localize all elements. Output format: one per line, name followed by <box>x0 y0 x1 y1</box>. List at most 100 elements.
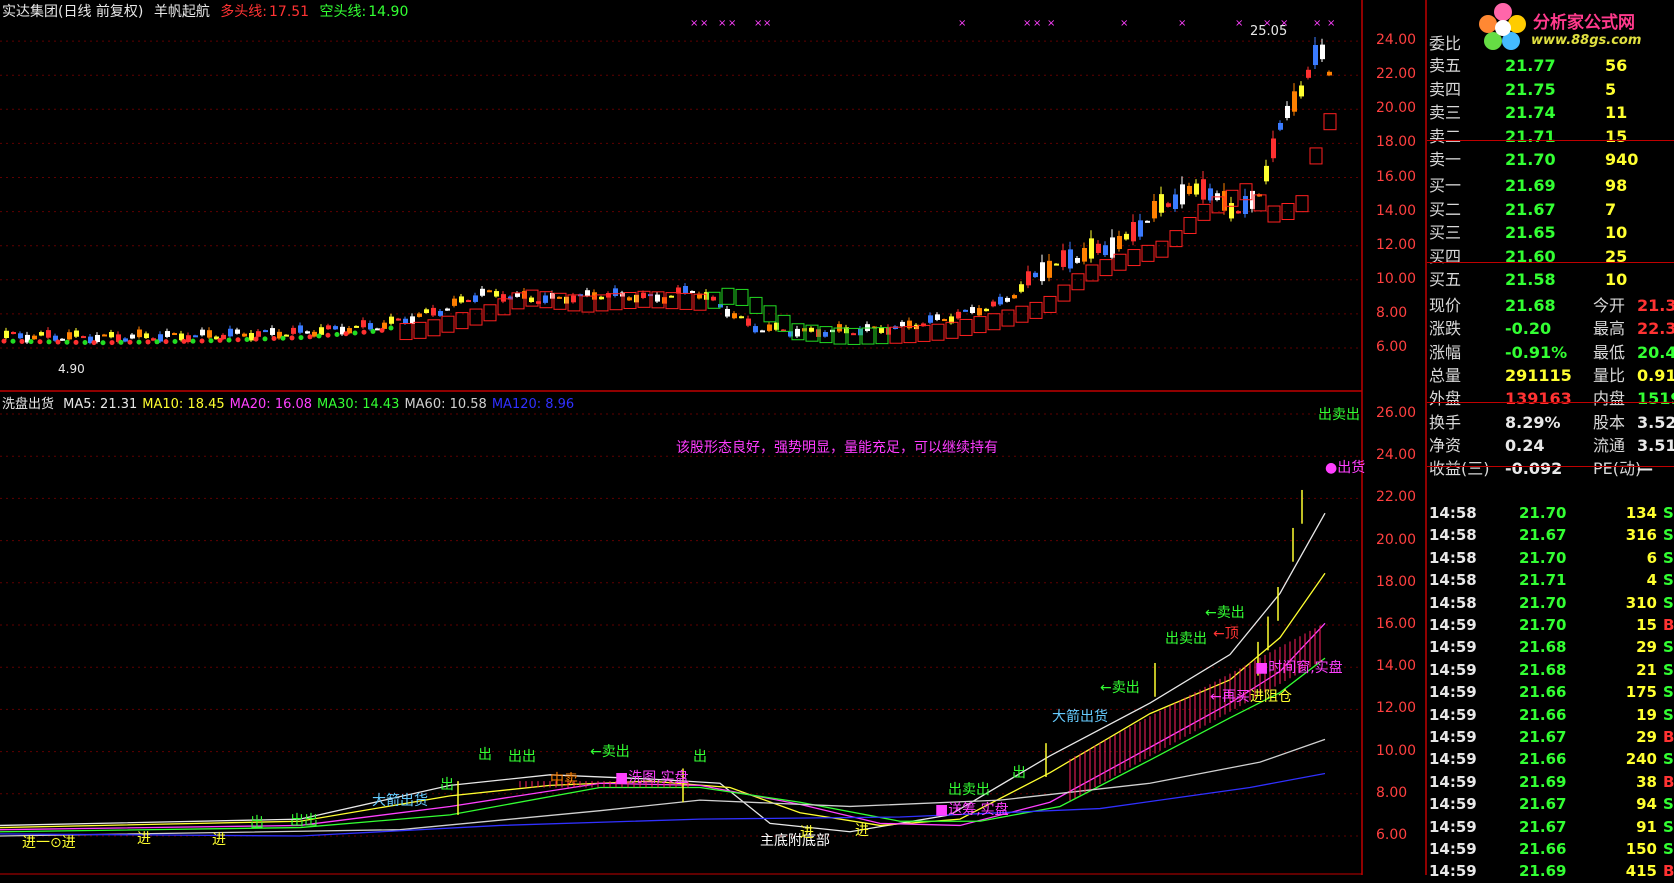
candle <box>1047 260 1052 278</box>
ask-label: 卖三 <box>1429 103 1462 123</box>
quote-value: 139163 <box>1505 389 1572 409</box>
candle <box>193 335 198 338</box>
candle <box>438 311 443 316</box>
candle <box>459 296 464 303</box>
candle <box>305 331 310 334</box>
trend-box <box>1099 259 1113 277</box>
quote-label-2: 最低 <box>1593 342 1626 362</box>
candle <box>480 288 485 296</box>
trend-dot <box>217 337 223 343</box>
candle <box>907 320 912 329</box>
tick-time: 14:59 <box>1429 795 1477 814</box>
candle <box>1271 138 1276 159</box>
trend-dot <box>64 339 70 345</box>
tick-row: 14:58 21.70 310 S <box>1427 592 1674 614</box>
candle <box>1187 185 1192 194</box>
trend-dot <box>172 338 178 344</box>
trend-box <box>1309 147 1323 165</box>
candle <box>417 313 422 317</box>
tick-row: 14:59 21.66 150 S <box>1427 838 1674 860</box>
candle <box>746 318 751 326</box>
ask-row: 卖二 21.71 15 <box>1427 125 1674 148</box>
candle <box>557 296 562 299</box>
candle <box>1173 194 1178 210</box>
sell-marker: × <box>700 18 708 29</box>
stock-name[interactable]: 实达集团(日线 前复权) <box>2 4 143 20</box>
sell-marker: × <box>1033 18 1041 29</box>
candle <box>291 327 296 334</box>
tick-side: S <box>1663 795 1674 814</box>
trend-dot <box>73 339 79 345</box>
main-axis-tick: 10.00 <box>1376 270 1417 287</box>
candle <box>354 325 359 328</box>
indicator-name[interactable]: 羊帆起航 <box>154 4 210 20</box>
sub-axis-tick: 12.00 <box>1376 700 1417 717</box>
trend-box <box>1197 203 1211 221</box>
ma20-line <box>0 622 1326 831</box>
bid-price: 21.58 <box>1505 270 1556 290</box>
trend-dot <box>163 339 169 345</box>
trend-dot <box>46 339 52 345</box>
trend-dot <box>352 330 358 336</box>
trend-box <box>945 321 959 339</box>
signal-label: ←顶 <box>1213 626 1239 642</box>
ask-price: 21.71 <box>1505 126 1556 146</box>
signal-label: 出 <box>1012 765 1026 781</box>
candle <box>39 332 44 336</box>
trend-dot <box>208 338 214 344</box>
candle <box>515 292 520 297</box>
candle <box>60 338 65 341</box>
trend-box <box>931 323 945 341</box>
candle <box>711 296 716 301</box>
trend-box <box>1085 264 1099 282</box>
trend-box <box>679 292 693 310</box>
sub-axis-tick: 22.00 <box>1376 489 1417 506</box>
bid-label: 买二 <box>1429 199 1462 219</box>
quote-value: 0.24 <box>1505 435 1545 455</box>
bid-label: 买四 <box>1429 246 1462 266</box>
trend-dot <box>325 332 331 338</box>
main-axis-tick: 6.00 <box>1376 339 1408 355</box>
ask-price: 21.75 <box>1505 79 1556 99</box>
candle <box>935 314 940 320</box>
quote-label-2: PE(动) <box>1593 459 1642 479</box>
candle <box>1131 222 1136 242</box>
candle <box>263 330 268 333</box>
signal-label: 出卖出 <box>1318 407 1360 423</box>
candle <box>641 292 646 299</box>
trend-dot <box>271 336 277 342</box>
sub-indicator-name[interactable]: 洗盘出货 <box>2 397 54 412</box>
trend-box <box>889 326 903 344</box>
candle <box>571 295 576 303</box>
quote-label: 现价 <box>1429 296 1462 315</box>
long-line-label: 多头线: <box>220 4 267 20</box>
tick-time: 14:58 <box>1429 504 1477 522</box>
main-axis-tick: 24.00 <box>1376 32 1417 49</box>
trend-dot <box>190 338 196 344</box>
tick-side: S <box>1663 660 1674 679</box>
candle <box>67 332 72 340</box>
main-axis-tick: 8.00 <box>1376 304 1408 321</box>
candle <box>396 318 401 321</box>
candle <box>970 307 975 313</box>
tick-price: 21.71 <box>1519 571 1567 590</box>
tick-row: 14:59 21.69 38 B <box>1427 771 1674 793</box>
sub-axis-tick: 24.00 <box>1376 447 1417 464</box>
tick-price: 21.66 <box>1519 750 1567 769</box>
signal-label: 进一⊙进 <box>22 835 76 851</box>
tick-side: S <box>1663 548 1674 567</box>
bid-volume: 7 <box>1605 199 1617 219</box>
tick-row: 14:59 21.66 19 S <box>1427 704 1674 726</box>
candle <box>424 309 429 314</box>
candle <box>1068 249 1073 269</box>
tick-price: 21.70 <box>1519 548 1567 567</box>
candle <box>298 325 303 333</box>
tick-side: S <box>1663 750 1674 769</box>
tick-volume: 91 <box>1636 817 1657 836</box>
signal-label: 进 <box>212 832 226 848</box>
ask-price: 21.70 <box>1505 150 1556 170</box>
candle <box>1327 71 1332 76</box>
tick-price: 21.66 <box>1519 840 1567 858</box>
trend-box <box>1113 253 1127 271</box>
trend-dot <box>10 338 16 344</box>
